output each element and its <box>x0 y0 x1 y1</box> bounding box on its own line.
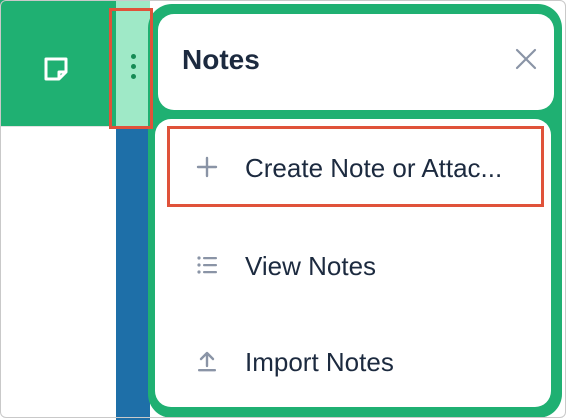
upload-icon <box>198 351 216 372</box>
record-pane <box>0 0 116 420</box>
header-divider <box>0 126 116 127</box>
list-icon <box>197 256 217 274</box>
sticky-note-icon[interactable] <box>40 53 72 85</box>
highlight-create-note <box>167 126 544 207</box>
menu-item-label: Import Notes <box>245 347 394 377</box>
notes-panel-header: Notes <box>158 14 554 110</box>
panel-title: Notes <box>182 44 260 75</box>
menu-item-import-notes[interactable]: Import Notes <box>155 313 551 409</box>
record-header <box>0 0 116 126</box>
menu-item-view-notes[interactable]: View Notes <box>155 217 551 313</box>
close-icon[interactable] <box>512 45 540 73</box>
menu-item-label: View Notes <box>245 251 377 281</box>
highlight-more-options <box>109 8 153 129</box>
